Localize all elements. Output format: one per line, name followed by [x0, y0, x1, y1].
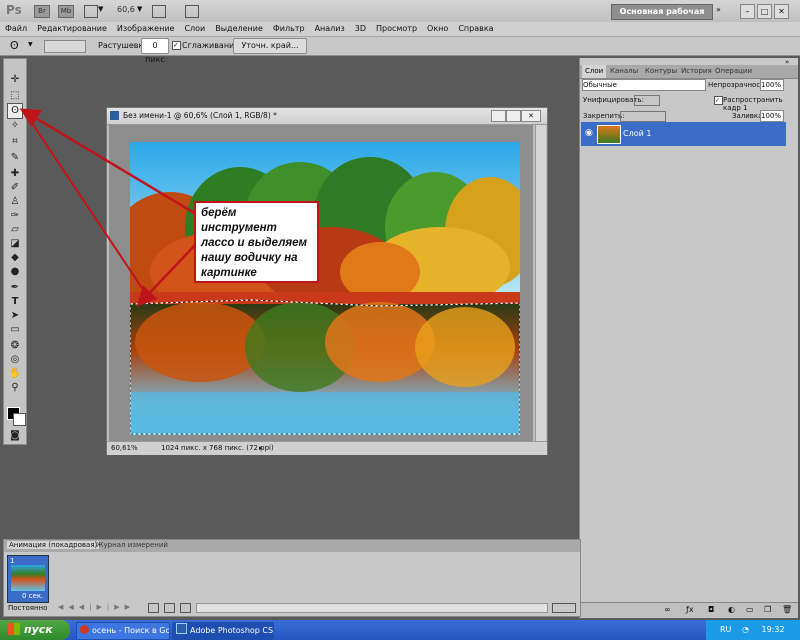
lock-icons[interactable]	[620, 111, 666, 122]
system-tray: RU ◔ 19:32	[706, 620, 800, 640]
windows-logo-icon	[8, 623, 20, 635]
clock: 19:32	[761, 625, 785, 634]
right-panels: » Слои Каналы Контуры История Операции О…	[579, 58, 798, 618]
new-frame-icon[interactable]	[164, 603, 175, 613]
arrow-tool-to-water	[23, 110, 151, 301]
link-layers-icon[interactable]: ∞	[664, 605, 671, 614]
layers-panel-footer: ∞ ƒx ◘ ◐ ▭ ❐ 🗑	[580, 602, 798, 617]
animation-panel: Анимация (покадровая) Журнал измерений 1…	[3, 539, 581, 617]
eye-icon[interactable]: ◉	[585, 128, 593, 138]
tab-actions[interactable]: Операции	[712, 65, 755, 78]
language-indicator[interactable]: RU	[720, 625, 731, 634]
playback-controls[interactable]: ◀◀◀|▶|▶▶	[58, 603, 135, 611]
taskbar-item-browser[interactable]: осень - Поиск в Goo...	[76, 622, 170, 640]
adjustment-icon[interactable]: ◐	[728, 605, 735, 614]
taskbar-item-label: Adobe Photoshop CS...	[190, 626, 274, 635]
layer-style-icon[interactable]: ƒx	[686, 605, 694, 614]
trash-icon[interactable]: 🗑	[782, 605, 792, 614]
propagate-checkbox[interactable]: ✓	[714, 96, 723, 105]
blend-mode-select[interactable]: Обычные	[582, 79, 706, 91]
frame-delay[interactable]: 0 сек.	[22, 592, 43, 600]
animation-frame[interactable]: 1 0 сек.	[7, 555, 49, 603]
tab-layers[interactable]: Слои	[582, 65, 607, 78]
layers-panel-tabs: Слои Каналы Контуры История Операции	[580, 65, 798, 79]
start-button[interactable]: пуск	[0, 620, 70, 640]
delete-frame-icon[interactable]	[180, 603, 191, 613]
layer-row[interactable]: ◉ Слой 1	[581, 122, 786, 146]
frame-thumbnail	[11, 565, 45, 591]
instruction-callout: берём инструмент лассо и выделяем нашу в…	[194, 201, 319, 283]
convert-to-timeline-icon[interactable]	[552, 603, 576, 613]
layer-thumbnail	[597, 125, 621, 144]
arrow-to-lasso-tool	[19, 108, 197, 216]
tab-paths[interactable]: Контуры	[642, 65, 680, 78]
frame-number: 1	[10, 557, 15, 565]
taskbar-item-label: осень - Поиск в Goo...	[92, 626, 170, 635]
animation-tabs: Анимация (покадровая) Журнал измерений	[4, 540, 580, 552]
fill-input[interactable]: 100%	[760, 110, 784, 122]
tray-icon[interactable]: ◔	[742, 625, 749, 634]
unify-icons[interactable]	[634, 95, 660, 106]
browser-icon	[80, 625, 89, 634]
lock-label: Закрепить:	[583, 112, 625, 120]
folder-icon[interactable]: ▭	[746, 605, 754, 614]
tab-channels[interactable]: Каналы	[607, 65, 641, 78]
photoshop-icon	[176, 623, 187, 634]
timeline-scrollbar[interactable]	[196, 603, 548, 613]
tab-history[interactable]: История	[678, 65, 715, 78]
windows-taskbar: пуск осень - Поиск в Goo... Adobe Photos…	[0, 620, 800, 640]
loop-select[interactable]: Постоянно	[8, 604, 47, 612]
tab-animation[interactable]: Анимация (покадровая)	[7, 541, 100, 549]
new-layer-icon[interactable]: ❐	[764, 605, 771, 614]
arrow-to-water	[136, 243, 197, 307]
tween-icon[interactable]	[148, 603, 159, 613]
mask-icon[interactable]: ◘	[708, 605, 714, 614]
start-label: пуск	[24, 623, 53, 636]
tab-measurement-log[interactable]: Журнал измерений	[96, 541, 168, 549]
taskbar-item-photoshop[interactable]: Adobe Photoshop CS...	[172, 622, 274, 640]
layer-name[interactable]: Слой 1	[623, 129, 651, 138]
opacity-input[interactable]: 100%	[760, 79, 784, 91]
